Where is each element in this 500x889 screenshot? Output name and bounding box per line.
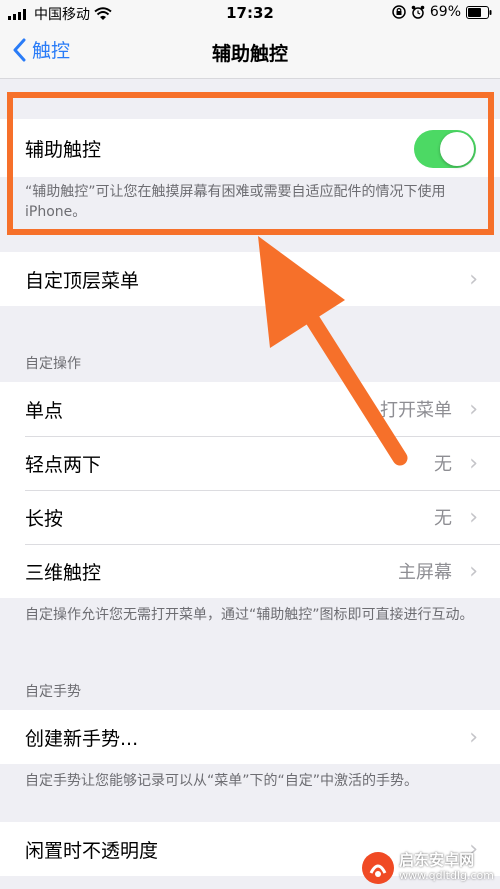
watermark-title: 启东安卓网 [399, 851, 475, 869]
action-value: 无 [434, 454, 452, 475]
navigation-bar: 触控 辅助触控 [0, 26, 500, 79]
chevron-right-icon: › [469, 504, 478, 530]
battery-icon [466, 5, 492, 19]
customize-menu-label: 自定顶层菜单 [25, 269, 140, 292]
status-right: 69% [392, 4, 492, 20]
chevron-right-icon: › [469, 396, 478, 422]
chevron-right-icon: › [469, 266, 478, 292]
chevron-right-icon: › [469, 724, 478, 750]
action-3d-touch-row[interactable]: 三维触控 主屏幕 › [0, 544, 500, 598]
assistive-touch-label: 辅助触控 [25, 138, 102, 161]
watermark-logo-icon [362, 852, 395, 884]
watermark-text: 启东安卓网 www.qdltdlg.com [399, 852, 494, 884]
customize-top-level-menu-row[interactable]: 自定顶层菜单 › [0, 252, 500, 306]
custom-gestures-footer: 自定手势让您能够记录可以从“菜单”下的“自定”中激活的手势。 [25, 773, 419, 789]
watermark-url: www.qdltdlg.com [399, 869, 494, 882]
custom-gestures-header: 自定手势 [25, 684, 81, 700]
create-gesture-label: 创建新手势... [25, 727, 139, 750]
action-value: 主屏幕 [398, 562, 452, 583]
watermark: 启东安卓网 www.qdltdlg.com [361, 851, 494, 885]
action-label: 单点 [25, 399, 64, 422]
status-bar: 中国移动 17:32 69% [0, 0, 500, 26]
toggle-knob [440, 132, 474, 166]
action-label: 轻点两下 [25, 453, 102, 476]
action-label: 长按 [25, 507, 64, 530]
create-new-gesture-row[interactable]: 创建新手势... › [0, 710, 500, 764]
battery-percentage: 69% [429, 4, 461, 20]
action-value: 打开菜单 [380, 400, 452, 421]
custom-actions-header: 自定操作 [25, 356, 81, 372]
assistive-touch-row: 辅助触控 [0, 119, 500, 177]
action-label: 三维触控 [25, 561, 102, 584]
action-single-tap-row[interactable]: 单点 打开菜单 › [0, 382, 500, 436]
alarm-icon [411, 5, 425, 19]
action-value: 无 [434, 508, 452, 529]
customize-menu-section: 自定顶层菜单 › [0, 252, 500, 306]
orientation-lock-icon [392, 5, 406, 19]
assistive-touch-section: 辅助触控 [0, 119, 500, 177]
chevron-right-icon: › [469, 558, 478, 584]
custom-gestures-section: 创建新手势... › [0, 710, 500, 764]
idle-opacity-label: 闲置时不透明度 [25, 839, 159, 862]
assistive-touch-toggle[interactable] [414, 130, 476, 168]
chevron-right-icon: › [469, 450, 478, 476]
action-long-press-row[interactable]: 长按 无 › [0, 490, 500, 544]
custom-actions-section: 单点 打开菜单 › 轻点两下 无 › 长按 无 › 三维触控 主屏幕 › [0, 382, 500, 598]
assistive-touch-description: “辅助触控”可让您在触摸屏幕有困难或需要自适应配件的情况下使用 iPhone。 [25, 184, 446, 220]
page-title: 辅助触控 [211, 43, 288, 65]
custom-actions-footer: 自定操作允许您无需打开菜单，通过“辅助触控”图标即可直接进行互动。 [25, 607, 474, 623]
action-double-tap-row[interactable]: 轻点两下 无 › [0, 436, 500, 490]
